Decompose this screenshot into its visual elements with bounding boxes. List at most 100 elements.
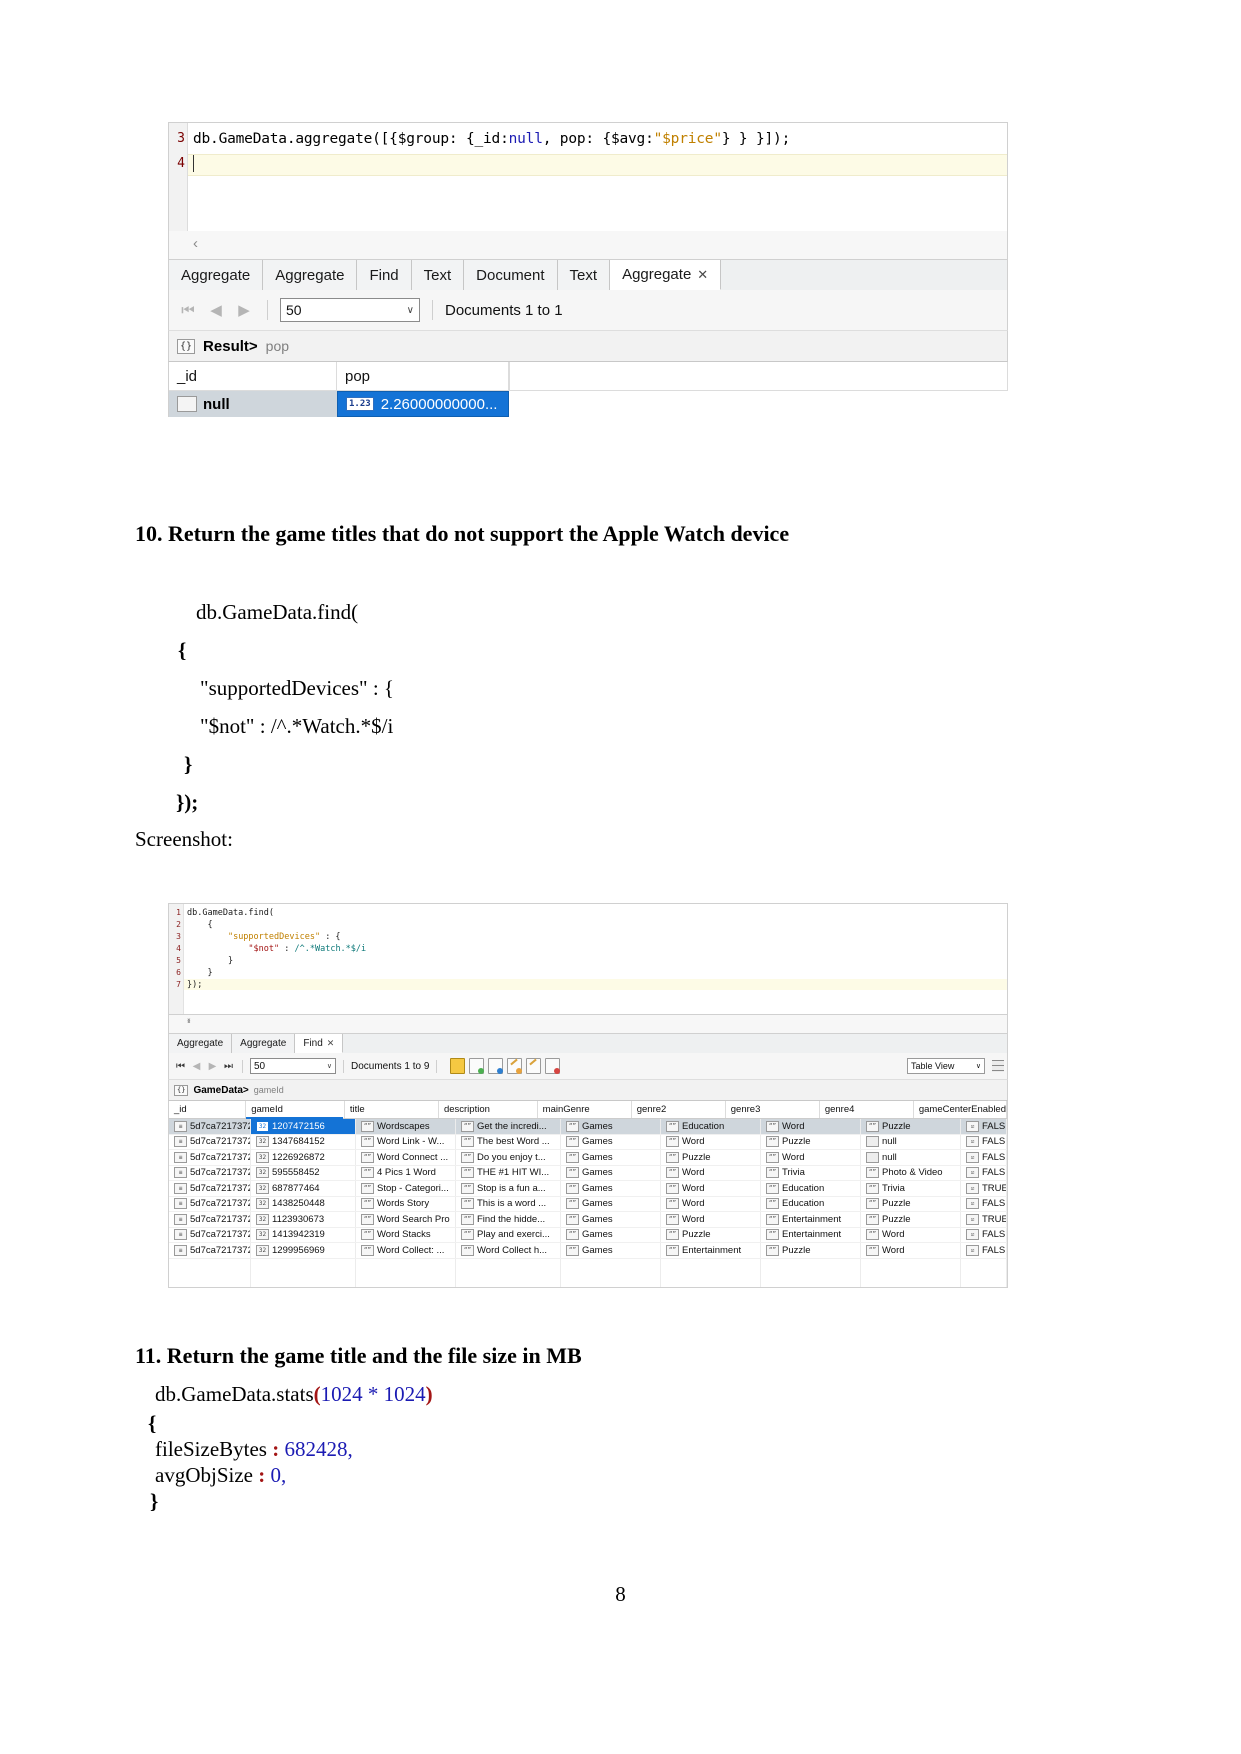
cell-maingenre[interactable]: “” Games — [561, 1165, 661, 1180]
tab-document[interactable]: Document — [464, 260, 558, 290]
cell-title[interactable]: “” Words Story — [356, 1196, 456, 1211]
cell-id[interactable]: ≡5d7ca7217372... — [169, 1196, 251, 1211]
cell-id[interactable]: ≡5d7ca7217372... — [169, 1165, 251, 1180]
cell-maingenre[interactable]: “” Games — [561, 1134, 661, 1149]
previous-page-icon[interactable]: ◀ — [205, 299, 227, 321]
cell-genre2[interactable]: “” Word — [661, 1134, 761, 1149]
table-row[interactable]: ≡5d7ca7217372...321347684152“”Word Link … — [169, 1134, 1007, 1150]
cell-genre4[interactable]: “” Word — [861, 1227, 961, 1242]
cell-gameid[interactable]: 32 1299956969 — [251, 1243, 356, 1258]
close-icon[interactable]: ✕ — [697, 267, 708, 283]
cell-title[interactable]: “” Word Search Pro — [356, 1212, 456, 1227]
cell-genre2[interactable]: “” Puzzle — [661, 1150, 761, 1165]
column-header-genre3[interactable]: genre3 — [726, 1101, 820, 1118]
cell-gameid[interactable]: 32 687877464 — [251, 1181, 356, 1196]
chevron-down-icon[interactable]: ∨ — [327, 1062, 332, 1070]
cell-genre3[interactable]: “” Trivia — [761, 1165, 861, 1180]
cell-genre3[interactable]: “” Education — [761, 1181, 861, 1196]
cell-genre3[interactable]: “” Word — [761, 1119, 861, 1134]
cell-genre2[interactable]: “” Puzzle — [661, 1227, 761, 1242]
column-header-id[interactable]: _id — [169, 362, 337, 390]
editor-scroll-strip-1[interactable]: ‹ — [168, 231, 1008, 260]
cell-genre3[interactable]: “” Puzzle — [761, 1243, 861, 1258]
tab-strip-2[interactable]: Aggregate Aggregate Find ✕ — [168, 1034, 1008, 1053]
cell-gamecenterenabled[interactable]: ☑ TRUE — [961, 1212, 1007, 1227]
cell-id[interactable]: ≡5d7ca7217372... — [169, 1119, 251, 1134]
result-grid-1[interactable]: _id pop null 1.23 2.26000000000... — [168, 362, 1008, 417]
chevron-right-icon[interactable]: › — [187, 1015, 997, 1027]
previous-page-icon[interactable]: ◀ — [190, 1060, 203, 1073]
cell-title[interactable]: “” Stop - Categori... — [356, 1181, 456, 1196]
table-row[interactable]: ≡5d7ca7217372...321207472156“”Wordscapes… — [169, 1119, 1007, 1135]
cell-gameid[interactable]: 32 1438250448 — [251, 1196, 356, 1211]
cell-gamecenterenabled[interactable]: ☑FALSE — [961, 1150, 1007, 1165]
cell-maingenre[interactable]: “” Games — [561, 1181, 661, 1196]
cell-description[interactable]: “” This is a word ... — [456, 1196, 561, 1211]
table-row[interactable]: ≡5d7ca7217372...321413942319“”Word Stack… — [169, 1227, 1007, 1243]
cell-gamecenterenabled[interactable]: ☑FALSE — [961, 1165, 1007, 1180]
first-page-icon[interactable]: ⏮ — [177, 299, 199, 321]
tab-find[interactable]: Find — [357, 260, 412, 290]
cell-id[interactable]: ≡5d7ca7217372... — [169, 1181, 251, 1196]
cell-maingenre[interactable]: “” Games — [561, 1119, 661, 1134]
tab-aggregate-2[interactable]: Aggregate — [232, 1034, 296, 1053]
cell-genre3[interactable]: “” Puzzle — [761, 1134, 861, 1149]
table-row[interactable]: ≡5d7ca7217372...321299956969“”Word Colle… — [169, 1243, 1007, 1259]
cell-description[interactable]: “” Play and exerci... — [456, 1227, 561, 1242]
cell-genre3[interactable]: “” Word — [761, 1150, 861, 1165]
cell-description[interactable]: “” Do you enjoy t... — [456, 1150, 561, 1165]
cell-description[interactable]: “” Stop is a fun a... — [456, 1181, 561, 1196]
grid-options-icon[interactable] — [992, 1060, 1004, 1072]
cell-gamecenterenabled[interactable]: ☑FALSE — [961, 1119, 1007, 1134]
cell-id[interactable]: ≡5d7ca7217372... — [169, 1134, 251, 1149]
code-editor-2[interactable]: 1 db.GameData.find( 2 { 3 "supportedDevi… — [168, 903, 1008, 1015]
add-document-icon[interactable] — [469, 1058, 485, 1074]
tab-aggregate-2[interactable]: Aggregate — [263, 260, 358, 290]
cell-gameid[interactable]: 32 1413942319 — [251, 1227, 356, 1242]
column-header-gameid[interactable]: gameId — [246, 1101, 345, 1119]
cell-id[interactable]: ≡5d7ca7217372... — [169, 1212, 251, 1227]
last-page-icon[interactable]: ⏭ — [222, 1060, 235, 1073]
cell-id[interactable]: null — [169, 391, 337, 417]
cell-genre2[interactable]: “” Entertainment — [661, 1243, 761, 1258]
cell-maingenre[interactable]: “” Games — [561, 1243, 661, 1258]
clone-document-icon[interactable] — [526, 1058, 542, 1074]
cell-pop[interactable]: 1.23 2.26000000000... — [337, 391, 509, 417]
cell-maingenre[interactable]: “” Games — [561, 1196, 661, 1211]
page-size-select[interactable]: 50 ∨ — [250, 1058, 336, 1074]
cell-genre4[interactable]: null — [861, 1150, 961, 1165]
cell-gamecenterenabled[interactable]: ☑FALSE — [961, 1227, 1007, 1242]
column-header-pop[interactable]: pop — [337, 362, 509, 390]
cell-genre2[interactable]: “” Word — [661, 1181, 761, 1196]
cell-genre4[interactable]: “” Trivia — [861, 1181, 961, 1196]
table-row[interactable]: ≡5d7ca7217372...32687877464“”Stop - Cate… — [169, 1181, 1007, 1197]
view-json-icon[interactable] — [488, 1058, 504, 1074]
cell-genre3[interactable]: “” Entertainment — [761, 1227, 861, 1242]
cell-maingenre[interactable]: “” Games — [561, 1150, 661, 1165]
page-size-select[interactable]: 50 ∨ — [280, 298, 420, 322]
cell-title[interactable]: “” Word Collect: ... — [356, 1243, 456, 1258]
cell-id[interactable]: ≡5d7ca7217372... — [169, 1227, 251, 1242]
cell-id[interactable]: ≡5d7ca7217372... — [169, 1150, 251, 1165]
tab-aggregate-1[interactable]: Aggregate — [169, 1034, 233, 1053]
result-navigation-bar-1[interactable]: ⏮ ◀ ▶ 50 ∨ Documents 1 to 1 — [168, 290, 1008, 331]
column-header-id[interactable]: _id — [169, 1101, 247, 1118]
cell-genre2[interactable]: “” Word — [661, 1165, 761, 1180]
close-icon[interactable]: ✕ — [327, 1038, 335, 1049]
chevron-down-icon[interactable]: ∨ — [976, 1062, 981, 1070]
cell-title[interactable]: “” Word Connect ... — [356, 1150, 456, 1165]
table-row[interactable]: ≡5d7ca7217372...32595558452“”4 Pics 1 Wo… — [169, 1165, 1007, 1181]
lock-icon[interactable] — [450, 1058, 466, 1074]
cell-description[interactable]: “” The best Word ... — [456, 1134, 561, 1149]
cell-gameid[interactable]: 32 1226926872 — [251, 1150, 356, 1165]
chevron-down-icon[interactable]: ∨ — [407, 305, 414, 316]
cell-genre4[interactable]: null — [861, 1134, 961, 1149]
delete-document-icon[interactable] — [545, 1058, 561, 1074]
table-row[interactable]: ≡5d7ca7217372...321438250448“”Words Stor… — [169, 1196, 1007, 1212]
cell-gamecenterenabled[interactable]: ☑FALSE — [961, 1196, 1007, 1211]
code-editor-1[interactable]: 3 db.GameData.aggregate([{$group: {_id:n… — [168, 122, 1008, 231]
cell-genre4[interactable]: “” Puzzle — [861, 1196, 961, 1211]
table-row[interactable]: ≡5d7ca7217372...321123930673“”Word Searc… — [169, 1212, 1007, 1228]
column-header-genre4[interactable]: genre4 — [820, 1101, 914, 1118]
table-row[interactable]: null 1.23 2.26000000000... — [169, 391, 1008, 417]
